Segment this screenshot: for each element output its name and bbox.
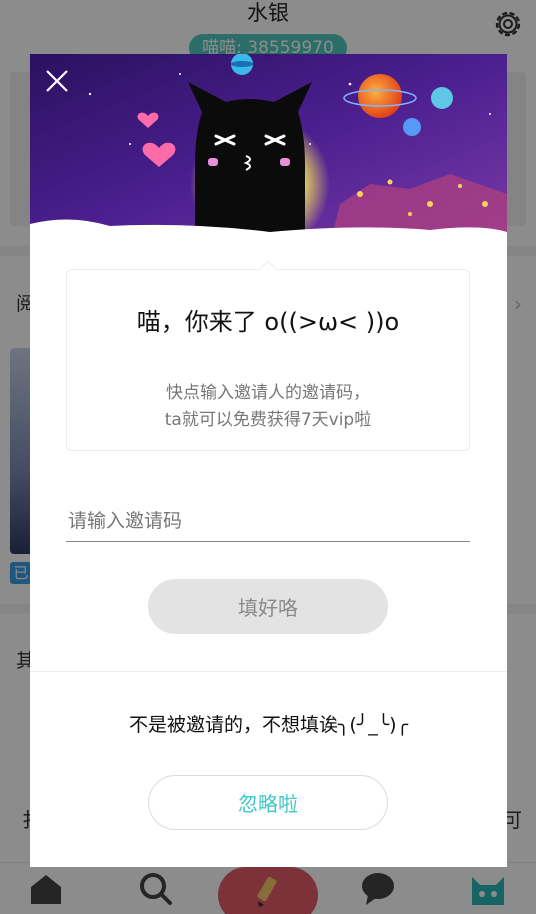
- divider: [30, 671, 507, 672]
- ignore-button[interactable]: 忽略啦: [148, 775, 388, 830]
- banner-illustration: [30, 54, 507, 244]
- close-icon[interactable]: [40, 64, 74, 98]
- submit-button[interactable]: 填好咯: [148, 579, 388, 634]
- skip-prompt-text: 不是被邀请的，不想填诶╮(╯_╰)╭: [128, 714, 409, 736]
- invite-code-dialog: 喵，你来了 o((>ω< ))o 快点输入邀请人的邀请码， ta就可以免费获得7…: [30, 54, 507, 867]
- dialog-description-line2: ta就可以免费获得7天vip啦: [164, 410, 372, 430]
- dialog-description-line1: 快点输入邀请人的邀请码，: [166, 383, 370, 403]
- dialog-headline: 喵，你来了 o((>ω< ))o: [136, 308, 400, 336]
- invite-code-input[interactable]: [66, 500, 470, 542]
